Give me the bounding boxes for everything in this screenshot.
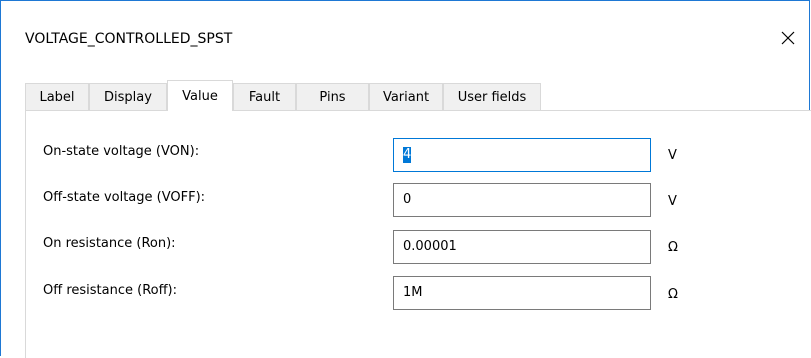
title-bar: VOLTAGE_CONTROLLED_SPST	[1, 1, 809, 61]
voff-unit: V	[668, 194, 677, 209]
tab-value[interactable]: Value	[167, 80, 233, 111]
tab-variant-text: Variant	[382, 89, 430, 105]
tab-pins[interactable]: Pins	[296, 83, 369, 110]
roff-label: Off resistance (Roff):	[43, 283, 177, 298]
tab-fault-text: Fault	[248, 89, 281, 105]
close-icon	[781, 31, 795, 45]
ron-unit: Ω	[668, 240, 678, 255]
tab-label-text: Label	[39, 89, 75, 105]
von-unit: V	[668, 148, 677, 163]
tab-fault[interactable]: Fault	[233, 83, 296, 110]
ron-label: On resistance (Ron):	[43, 236, 176, 251]
roff-unit: Ω	[668, 287, 678, 302]
von-value: 4	[403, 147, 412, 163]
von-label: On-state voltage (VON):	[43, 144, 200, 159]
tab-user-fields-text: User fields	[457, 89, 527, 105]
von-field[interactable]: 4	[393, 138, 651, 172]
dialog-window: VOLTAGE_CONTROLLED_SPST Label Display Va…	[0, 0, 811, 358]
tab-display-text: Display	[104, 89, 152, 105]
close-button[interactable]	[773, 23, 803, 53]
roff-value: 1M	[403, 285, 423, 300]
voff-value: 0	[403, 192, 412, 207]
tab-variant[interactable]: Variant	[369, 83, 443, 110]
tab-display[interactable]: Display	[89, 83, 167, 110]
voff-field[interactable]: 0	[393, 183, 651, 217]
tab-pins-text: Pins	[319, 89, 346, 105]
window-title: VOLTAGE_CONTROLLED_SPST	[25, 31, 233, 47]
roff-field[interactable]: 1M	[393, 276, 651, 310]
voff-label: Off-state voltage (VOFF):	[43, 190, 206, 205]
tab-label[interactable]: Label	[25, 83, 89, 110]
tab-value-text: Value	[182, 88, 218, 104]
ron-value: 0.00001	[403, 239, 457, 254]
ron-field[interactable]: 0.00001	[393, 230, 651, 264]
tab-user-fields[interactable]: User fields	[443, 83, 541, 110]
